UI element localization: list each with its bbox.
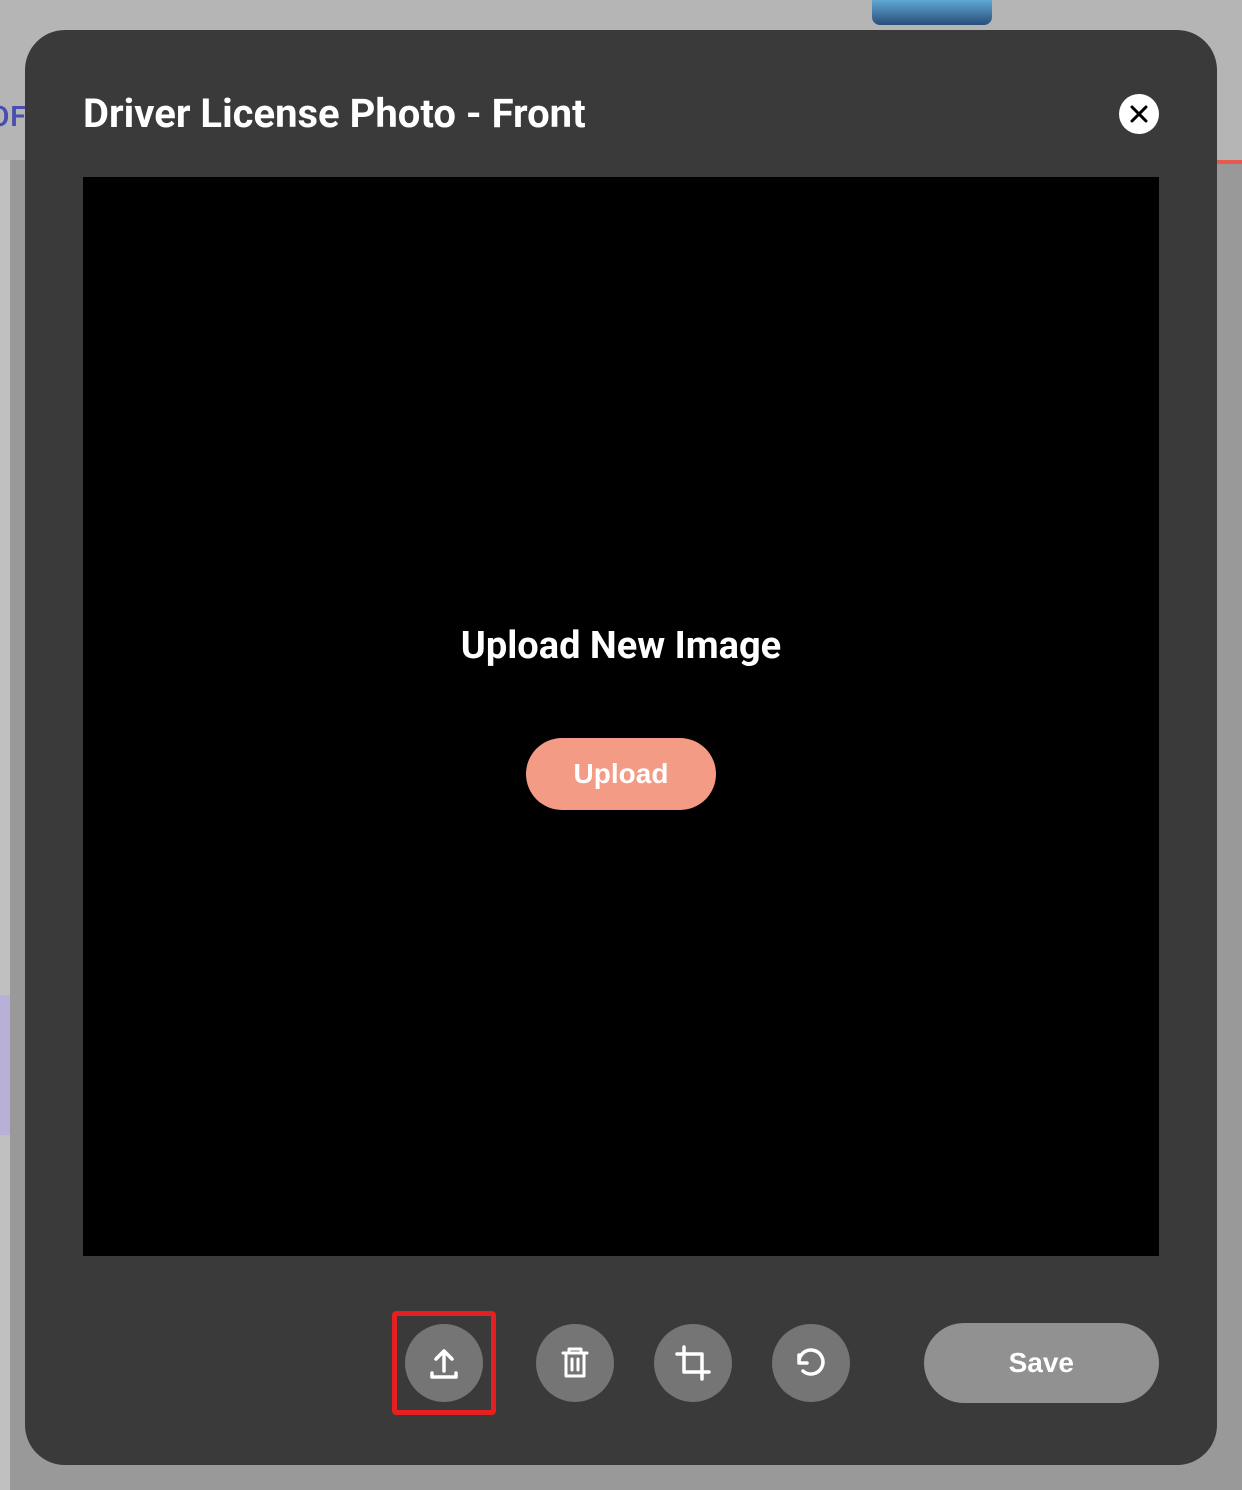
modal-header: Driver License Photo - Front xyxy=(83,90,1159,137)
rotate-ccw-icon xyxy=(791,1343,831,1383)
upload-tool-button[interactable] xyxy=(405,1324,483,1402)
backdrop-thumbnail xyxy=(872,0,992,25)
upload-button[interactable]: Upload xyxy=(526,738,717,810)
tool-button-group xyxy=(392,1311,850,1415)
image-toolbar: Save xyxy=(83,1311,1159,1415)
upload-icon xyxy=(424,1343,464,1383)
delete-tool-button[interactable] xyxy=(536,1324,614,1402)
backdrop-partial-text: OF xyxy=(0,100,27,133)
image-preview-area: Upload New Image Upload xyxy=(83,177,1159,1256)
crop-tool-button[interactable] xyxy=(654,1324,732,1402)
photo-upload-modal: Driver License Photo - Front Upload New … xyxy=(25,30,1217,1465)
close-icon xyxy=(1130,105,1148,123)
trash-icon xyxy=(555,1343,595,1383)
rotate-tool-button[interactable] xyxy=(772,1324,850,1402)
crop-icon xyxy=(673,1343,713,1383)
backdrop-selected-row xyxy=(0,995,10,1135)
upload-tool-highlight xyxy=(392,1311,496,1415)
upload-prompt-text: Upload New Image xyxy=(461,624,781,668)
save-button[interactable]: Save xyxy=(924,1323,1159,1403)
close-button[interactable] xyxy=(1119,94,1159,134)
modal-title: Driver License Photo - Front xyxy=(83,90,586,137)
backdrop-sidebar xyxy=(0,160,10,1490)
